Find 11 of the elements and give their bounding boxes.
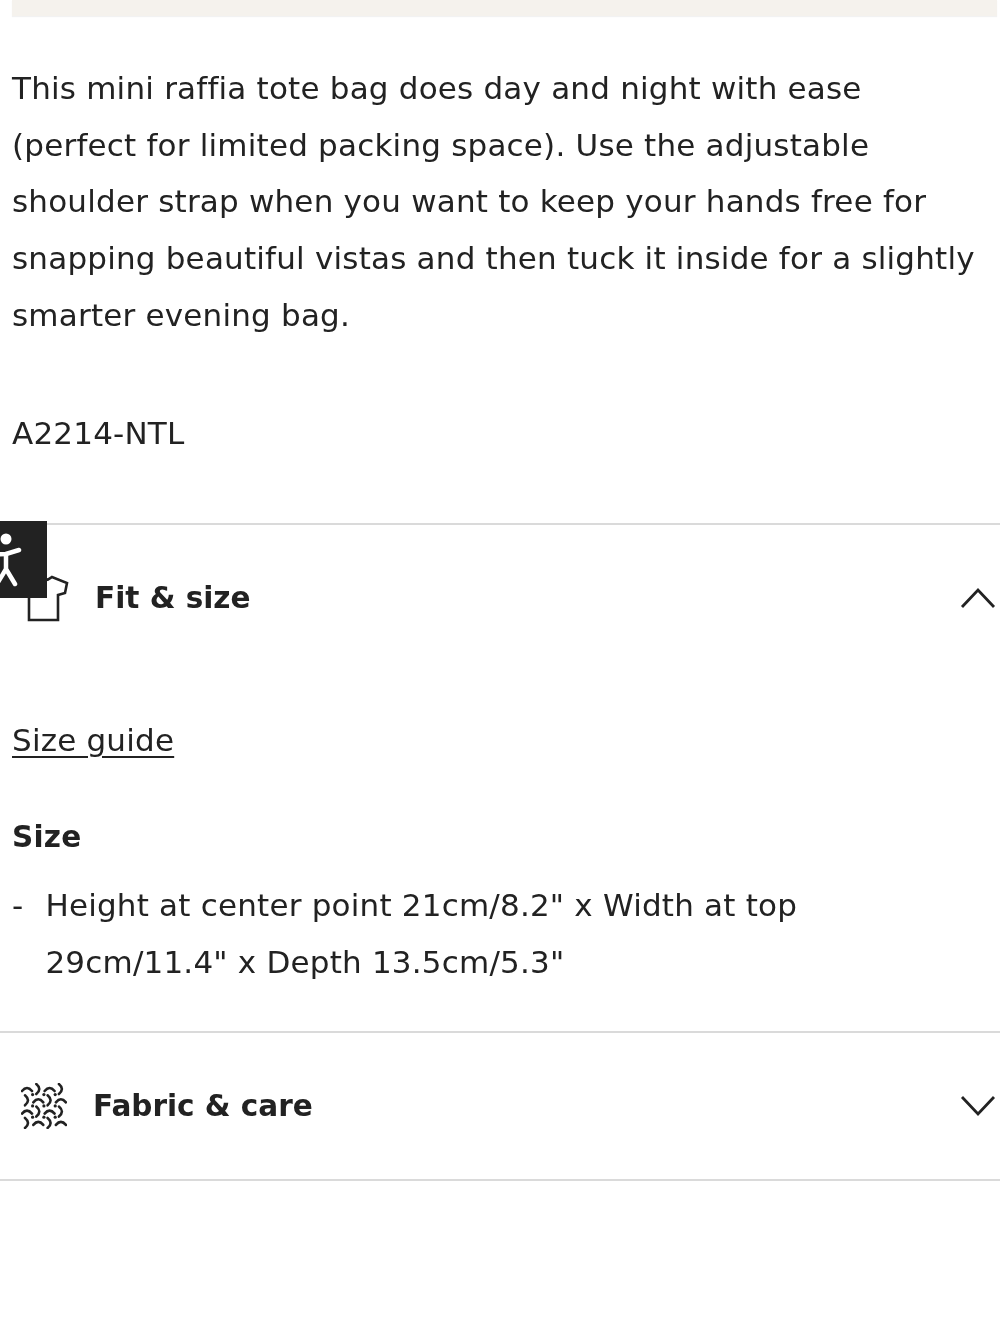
woven-pattern-icon: [21, 1083, 67, 1129]
list-marker: -: [12, 886, 24, 925]
section-header-button[interactable]: Fabric & care: [93, 1033, 1000, 1179]
accessibility-button[interactable]: [0, 521, 47, 598]
size-heading: Size: [12, 819, 82, 856]
accessibility-icon: [0, 531, 22, 587]
list-item-text: Height at center point 21cm/8.2" x Width at top 29cm/11.4" x Depth 13.5cm/5.3": [45, 886, 799, 982]
product-description: This mini raffia tote bag does day and night with ease (perfect for limited packing space). Use the adjustable shoulder strap when you want to keep your hands free for snapping beautiful vistas and then tuck it inside for a slightly smarter evening bag.: [12, 69, 976, 335]
size-guide-link[interactable]: Size guide: [12, 722, 175, 758]
product-code: A2214-NTL: [12, 414, 185, 453]
section-header-button[interactable]: Fit & size: [95, 525, 1000, 671]
